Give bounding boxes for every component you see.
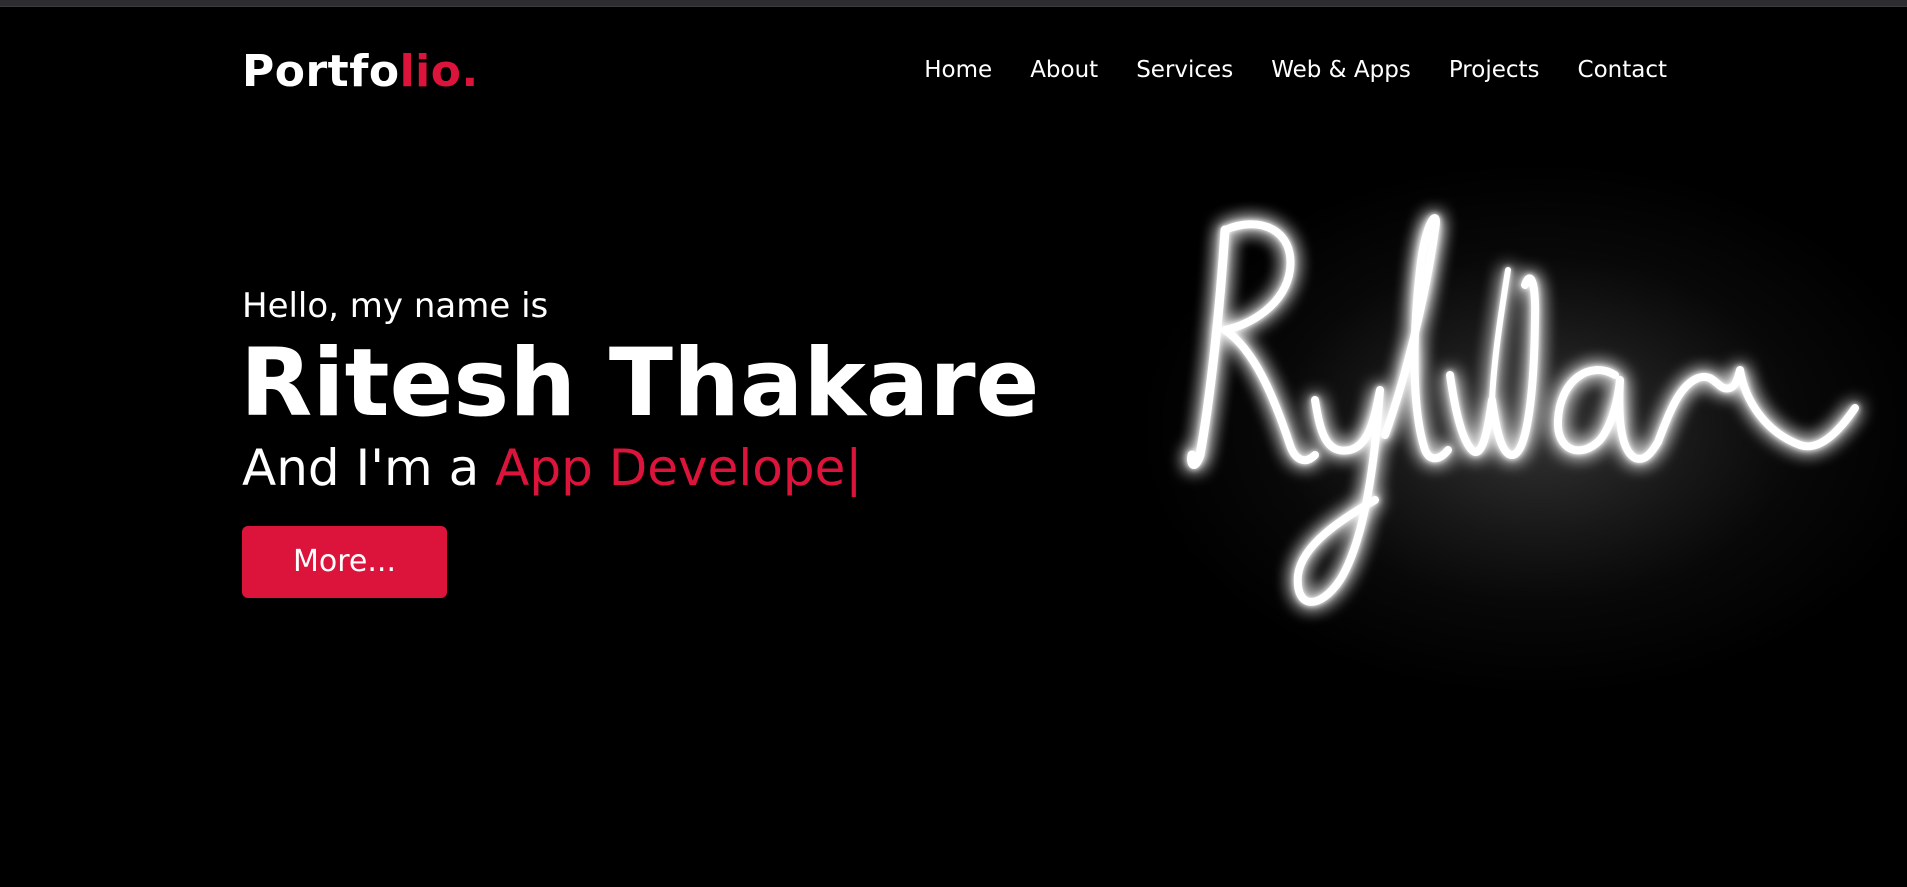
nav-services[interactable]: Services xyxy=(1136,57,1233,83)
signature-image xyxy=(1030,160,1907,720)
logo-accent-text: lio. xyxy=(399,46,479,97)
hero-role-prefix: And I'm a xyxy=(242,439,496,497)
hero-section: Hello, my name is Ritesh Thakare And I'm… xyxy=(240,284,1040,598)
browser-top-border xyxy=(0,0,1907,7)
portfolio-page: Portfolio. Home About Services Web & App… xyxy=(0,0,1907,887)
main-nav: Home About Services Web & Apps Projects … xyxy=(924,54,1667,86)
hero-role: And I'm a App Develope| xyxy=(242,438,1039,498)
hero-name: Ritesh Thakare xyxy=(240,329,1040,438)
nav-about[interactable]: About xyxy=(1030,57,1098,83)
nav-projects[interactable]: Projects xyxy=(1449,57,1540,83)
hero-role-typed: App Develope xyxy=(495,439,846,497)
nav-home[interactable]: Home xyxy=(924,57,992,83)
nav-web-apps[interactable]: Web & Apps xyxy=(1271,57,1411,83)
signature-graphic xyxy=(1187,214,1859,606)
more-button[interactable]: More... xyxy=(242,526,447,598)
logo-main-text: Portfo xyxy=(242,46,400,97)
portfolio-logo[interactable]: Portfolio. xyxy=(242,46,479,98)
hero-greeting: Hello, my name is xyxy=(242,286,549,326)
nav-contact[interactable]: Contact xyxy=(1578,57,1667,83)
typing-cursor: | xyxy=(845,439,863,497)
